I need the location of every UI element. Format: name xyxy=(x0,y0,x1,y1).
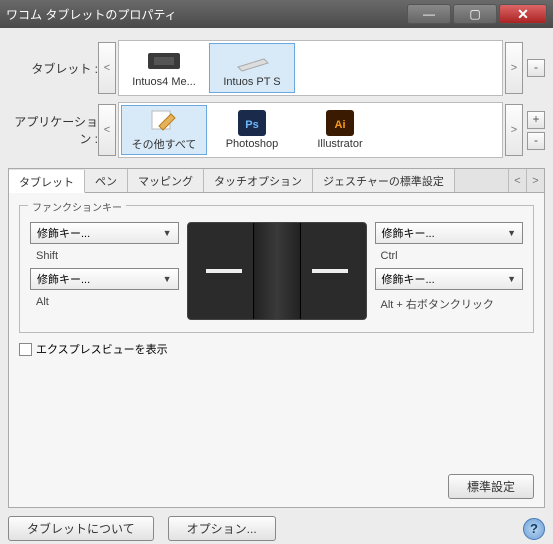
app-picker-row: アプリケーション : < その他すべて Ps Photoshop Ai Illu… xyxy=(8,102,545,158)
fnkey-right-1-sub: Ctrl xyxy=(375,250,524,262)
app-strip: その他すべて Ps Photoshop Ai Illustrator xyxy=(118,102,503,158)
tablet-strip: Intuos4 Me... Intuos PT S xyxy=(118,40,503,96)
app-item-label: その他すべて xyxy=(132,136,197,152)
fnkey-left-1-combo[interactable]: 修飾キー... ▼ xyxy=(30,222,179,244)
chevron-down-icon: ▼ xyxy=(163,228,172,238)
fnkey-right-2-sub: Alt + 右ボタンクリック xyxy=(375,296,524,312)
options-button[interactable]: オプション... xyxy=(168,516,276,541)
tablet-item-label: Intuos4 Me... xyxy=(132,76,196,88)
function-key-group: ファンクションキー 修飾キー...▼ Shift 修飾キー...▼ Alt 修飾… xyxy=(19,205,534,333)
fnkey-left-col: 修飾キー... ▼ Shift 修飾キー... ▼ Alt xyxy=(30,222,179,320)
tablet-next-button[interactable]: > xyxy=(505,42,523,94)
app-add-button[interactable]: + xyxy=(527,111,545,129)
app-item-photoshop[interactable]: Ps Photoshop xyxy=(209,105,295,155)
fnkey-right-1-combo[interactable]: 修飾キー... ▼ xyxy=(375,222,524,244)
expressview-label: エクスプレスビューを表示 xyxy=(36,341,168,357)
illustrator-icon: Ai xyxy=(321,110,359,136)
fnkey-left-2-combo[interactable]: 修飾キー... ▼ xyxy=(30,268,179,290)
app-item-all-other[interactable]: その他すべて xyxy=(121,105,207,155)
app-item-illustrator[interactable]: Ai Illustrator xyxy=(297,105,383,155)
default-settings-button[interactable]: 標準設定 xyxy=(448,474,534,499)
tablet-icon xyxy=(145,48,183,74)
app-label: アプリケーション : xyxy=(8,113,98,147)
minimize-button[interactable]: — xyxy=(407,4,451,24)
titlebar: ワコム タブレットのプロパティ — ▢ ✕ xyxy=(0,0,553,28)
tab-touch-options[interactable]: タッチオプション xyxy=(204,169,313,192)
tabs-head: タブレット ペン マッピング タッチオプション ジェスチャーの標準設定 < > xyxy=(9,169,544,193)
photoshop-icon: Ps xyxy=(233,110,271,136)
tablet-picker-row: タブレット : < Intuos4 Me... Intuos PT S > - xyxy=(8,40,545,96)
chevron-down-icon: ▼ xyxy=(507,274,516,284)
tab-gesture-defaults[interactable]: ジェスチャーの標準設定 xyxy=(313,169,455,192)
expressview-row[interactable]: エクスプレスビューを表示 xyxy=(19,341,534,357)
express-key-left-indicator xyxy=(206,269,242,273)
expressview-checkbox[interactable] xyxy=(19,343,32,356)
app-prev-button[interactable]: < xyxy=(98,104,116,156)
tablet-remove-button[interactable]: - xyxy=(527,59,545,77)
tablet-panel: ファンクションキー 修飾キー... ▼ Shift 修飾キー... ▼ Alt 修飾… xyxy=(9,193,544,365)
fnkey-left-2-sub: Alt xyxy=(30,296,179,308)
tabs-container: タブレット ペン マッピング タッチオプション ジェスチャーの標準設定 < > … xyxy=(8,168,545,508)
chevron-down-icon: ▼ xyxy=(163,274,172,284)
app-item-label: Photoshop xyxy=(226,138,279,150)
tablet-label: タブレット : xyxy=(8,60,98,77)
express-key-right-indicator xyxy=(312,269,348,273)
tablet-icon xyxy=(233,48,271,74)
chevron-down-icon: ▼ xyxy=(507,228,516,238)
app-item-label: Illustrator xyxy=(317,138,362,150)
combo-value: 修飾キー... xyxy=(37,271,90,287)
tablet-item-label: Intuos PT S xyxy=(223,76,280,88)
fnkey-right-col: 修飾キー... ▼ Ctrl 修飾キー... ▼ Alt + 右ボタンクリック xyxy=(375,222,524,320)
app-next-button[interactable]: > xyxy=(505,104,523,156)
tablet-item-intuos4[interactable]: Intuos4 Me... xyxy=(121,43,207,93)
close-button[interactable]: ✕ xyxy=(499,4,547,24)
tab-tablet[interactable]: タブレット xyxy=(9,170,85,193)
window-title: ワコム タブレットのプロパティ xyxy=(6,6,405,23)
pencil-icon xyxy=(145,108,183,134)
about-tablet-button[interactable]: タブレットについて xyxy=(8,516,154,541)
combo-value: 修飾キー... xyxy=(37,225,90,241)
tab-pen[interactable]: ペン xyxy=(85,169,128,192)
tab-scroll-right[interactable]: > xyxy=(526,169,544,192)
tablet-prev-button[interactable]: < xyxy=(98,42,116,94)
maximize-button[interactable]: ▢ xyxy=(453,4,497,24)
svg-text:Ps: Ps xyxy=(245,119,258,131)
fnkey-right-2-combo[interactable]: 修飾キー... ▼ xyxy=(375,268,524,290)
footer: タブレットについて オプション... ? xyxy=(8,516,545,541)
tab-scroll-left[interactable]: < xyxy=(508,169,526,192)
tablet-item-intuos-pt-s[interactable]: Intuos PT S xyxy=(209,43,295,93)
app-remove-button[interactable]: - xyxy=(527,132,545,150)
help-button[interactable]: ? xyxy=(523,518,545,540)
combo-value: 修飾キー... xyxy=(382,225,435,241)
group-label: ファンクションキー xyxy=(28,199,126,214)
svg-text:Ai: Ai xyxy=(335,119,346,131)
tab-mapping[interactable]: マッピング xyxy=(128,169,204,192)
combo-value: 修飾キー... xyxy=(382,271,435,287)
tablet-illustration xyxy=(187,222,367,320)
fnkey-left-1-sub: Shift xyxy=(30,250,179,262)
